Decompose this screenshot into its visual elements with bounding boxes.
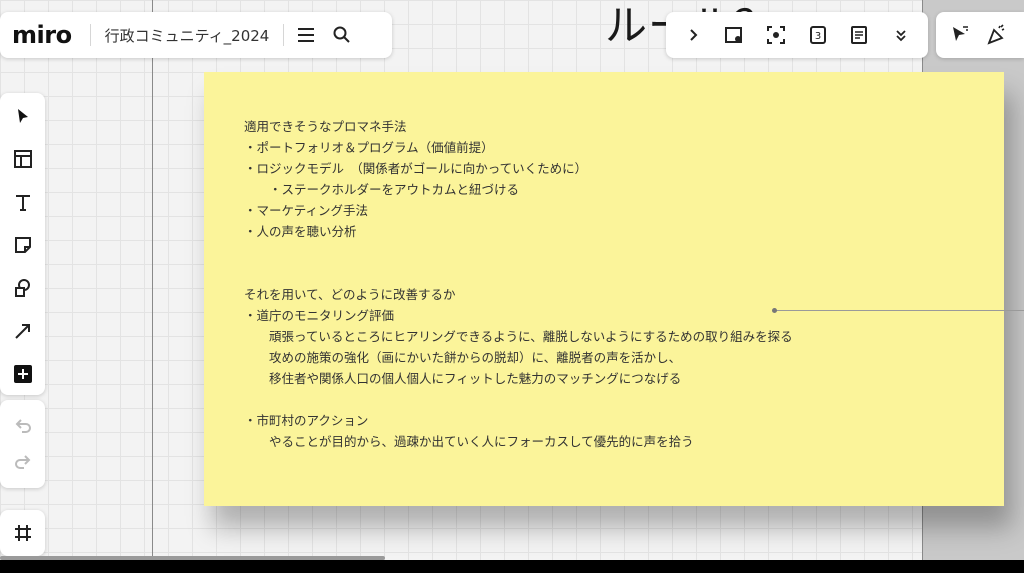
hamburger-menu-icon[interactable] bbox=[288, 17, 324, 53]
frames-panel-icon[interactable] bbox=[5, 515, 41, 551]
chevron-right-icon[interactable] bbox=[675, 17, 711, 53]
header-divider bbox=[89, 24, 91, 46]
sticky-note-line bbox=[244, 263, 984, 284]
comment-add-icon[interactable] bbox=[716, 17, 752, 53]
chevron-down-icon[interactable] bbox=[883, 17, 919, 53]
board-canvas[interactable]: ルール？ 適用できそうなプロマネ手法・ポートフォリオ＆プログラム（価値前提）・ロ… bbox=[0, 0, 1024, 560]
focus-frame-icon[interactable] bbox=[758, 17, 794, 53]
select-tool-icon[interactable] bbox=[3, 97, 43, 136]
text-tool-icon[interactable] bbox=[3, 183, 43, 222]
sticky-note-line: それを用いて、どのように改善するか bbox=[244, 287, 456, 302]
board-header-panel: miro 行政コミュニティ_2024 bbox=[0, 12, 392, 58]
sticky-note-line: 移住者や関係人口の個人個人にフィットした魅力のマッチングにつなげる bbox=[244, 371, 682, 386]
history-panel bbox=[0, 400, 45, 488]
add-more-icon[interactable] bbox=[3, 354, 43, 393]
creation-toolbar bbox=[0, 93, 45, 395]
frames-panel bbox=[0, 510, 45, 556]
frame-border-left bbox=[152, 0, 153, 560]
reactions-icon[interactable] bbox=[978, 17, 1014, 53]
collaboration-toolbar: 3 bbox=[666, 12, 928, 58]
select-cursor-icon[interactable] bbox=[942, 17, 978, 53]
interaction-toolbar bbox=[936, 12, 1024, 58]
sticky-note-line: 頑張っているところにヒアリングできるように、離脱しないようにするための取り組みを… bbox=[244, 329, 793, 344]
sticky-note-line: ・ポートフォリオ＆プログラム（価値前提） bbox=[244, 140, 494, 155]
sticky-note-line: ・市町村のアクション bbox=[244, 413, 369, 428]
sticky-note-line: ・人の声を聴い分析 bbox=[244, 224, 357, 239]
connector-arrow-icon[interactable] bbox=[3, 311, 43, 350]
sticky-note-line: 適用できそうなプロマネ手法 bbox=[244, 119, 407, 134]
redo-icon[interactable] bbox=[5, 444, 41, 480]
sticky-note[interactable]: 適用できそうなプロマネ手法・ポートフォリオ＆プログラム（価値前提） ・ロジックモデ… bbox=[204, 72, 1004, 506]
sticky-note-line: ・道庁のモニタリング評価 bbox=[244, 308, 395, 323]
shapes-icon[interactable] bbox=[3, 268, 43, 307]
sticky-note-line: ・ロジックモデル （関係者がゴールに向かっていくために） bbox=[244, 161, 588, 176]
sticky-note-line: ・マーケティング手法 bbox=[244, 203, 369, 218]
timer-icon[interactable]: 3 bbox=[800, 17, 836, 53]
timer-label: 3 bbox=[815, 31, 821, 42]
sticky-note-line: ・ステークホルダーをアウトカムと紐づける bbox=[244, 182, 520, 197]
sticky-note-line: やることが目的から、過疎か出ていく人にフォーカスして優先的に声を拾う bbox=[244, 434, 694, 449]
miro-logo[interactable]: miro bbox=[12, 21, 72, 49]
sticky-note-line bbox=[244, 389, 984, 410]
sticky-note-line: 攻めの施策の強化（画にかいた餅からの脱却）に、離脱者の声を活かし、 bbox=[244, 350, 682, 365]
sticky-note-icon[interactable] bbox=[3, 226, 43, 265]
sticky-note-text: 適用できそうなプロマネ手法・ポートフォリオ＆プログラム（価値前提） ・ロジックモデ… bbox=[244, 116, 984, 452]
connector-line[interactable] bbox=[775, 310, 1024, 311]
board-name[interactable]: 行政コミュニティ_2024 bbox=[105, 25, 270, 46]
bottom-edge bbox=[0, 560, 1024, 573]
header-divider bbox=[283, 24, 285, 46]
notes-icon[interactable] bbox=[841, 17, 877, 53]
search-icon[interactable] bbox=[324, 17, 360, 53]
sticky-note-line bbox=[244, 242, 984, 263]
templates-icon[interactable] bbox=[3, 140, 43, 179]
connector-endpoint[interactable] bbox=[772, 308, 777, 313]
undo-icon[interactable] bbox=[5, 408, 41, 444]
